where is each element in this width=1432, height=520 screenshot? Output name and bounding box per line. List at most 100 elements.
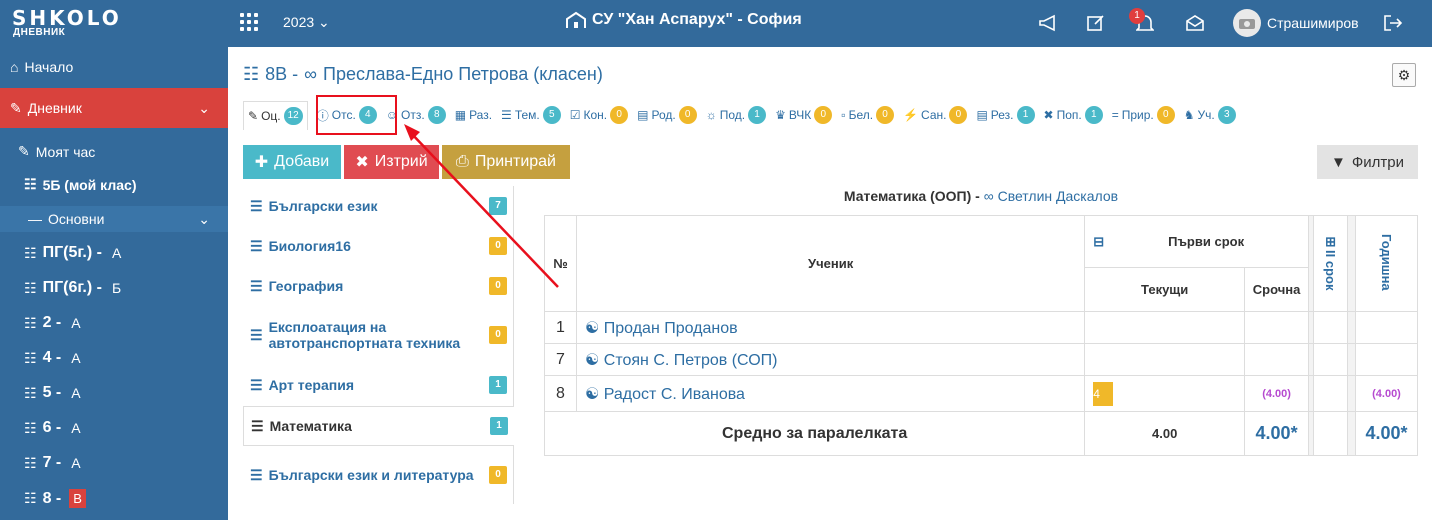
tab-8[interactable]: ♛ ВЧК 0: [775, 106, 833, 124]
divider: [1347, 375, 1356, 412]
term-grade[interactable]: [1244, 311, 1310, 344]
tab-13[interactable]: = Прир. 0: [1112, 106, 1175, 124]
term1-label: Първи срок: [1168, 233, 1245, 249]
tab-label: Кон.: [583, 108, 608, 122]
add-button[interactable]: ✚ Добави: [243, 145, 341, 179]
class-icon: ☷: [24, 279, 37, 296]
avatar: [1233, 9, 1261, 37]
tab-icon: ♛: [775, 108, 786, 122]
expand-icon[interactable]: ⊞: [1314, 234, 1347, 250]
sidebar-item-class[interactable]: ☷ 8 - В: [0, 489, 228, 508]
term-grade[interactable]: [1244, 343, 1310, 376]
sidebar-item-main[interactable]: — Основни ⌄: [0, 206, 228, 232]
grade-badge[interactable]: 4: [1093, 381, 1114, 406]
close-icon: ✖: [355, 154, 369, 171]
subject-item[interactable]: ☰ География 0: [243, 266, 514, 306]
tab-label: Поп.: [1056, 108, 1082, 122]
col-annual: Годишна: [1354, 215, 1419, 312]
col-term2[interactable]: ⊞ II срок: [1313, 215, 1348, 312]
subject-item[interactable]: ☰ Биология16 0: [243, 226, 514, 266]
year-selector[interactable]: 2023 ⌄: [283, 14, 330, 31]
tab-9[interactable]: ▫ Бел. 0: [841, 106, 895, 124]
tab-5[interactable]: ☑ Кон. 0: [570, 106, 629, 124]
sidebar-item-class[interactable]: ☷ 6 - А: [0, 419, 228, 437]
sidebar-item-label: Основни: [48, 211, 105, 227]
edit-icon: ✎: [10, 99, 22, 116]
current-grades[interactable]: [1084, 343, 1246, 376]
subject-heading: Математика (ООП) - ∞ Светлин Даскалов: [544, 188, 1418, 204]
current-grades[interactable]: 4: [1084, 375, 1246, 412]
student-name: Продан Проданов: [603, 319, 738, 337]
user-menu[interactable]: Страшимиров: [1233, 9, 1359, 37]
sidebar-item-class[interactable]: ☷ 2 - А: [0, 314, 228, 332]
add-label: Добави: [274, 153, 330, 170]
sidebar-item-my-hour[interactable]: ✎ Моят час: [0, 143, 228, 160]
row-number: 7: [544, 343, 577, 376]
subject-item[interactable]: ☰ Арт терапия 1: [243, 364, 514, 406]
annual-grade[interactable]: (4.00): [1354, 375, 1419, 412]
sidebar-item-class[interactable]: ☷ 4 - А: [0, 349, 228, 367]
sidebar-item-class[interactable]: ☷ 7 - А: [0, 454, 228, 472]
col-term1[interactable]: ⊟ Първи срок: [1084, 215, 1310, 268]
apps-grid-icon[interactable]: [240, 13, 258, 31]
filter-icon: ▼: [1331, 153, 1346, 171]
collapse-icon[interactable]: ⊟: [1093, 234, 1104, 250]
sidebar-item-class[interactable]: ☷ 5 - А: [0, 384, 228, 402]
annual-grade[interactable]: [1354, 343, 1419, 376]
student-icon: ☯: [584, 385, 600, 403]
mail-icon[interactable]: [1184, 12, 1206, 34]
subject-item[interactable]: ☰ Математика 1: [243, 406, 514, 446]
tab-4[interactable]: ☰ Тем. 5: [501, 106, 561, 124]
chevron-down-icon: ⌄: [318, 14, 330, 30]
print-button[interactable]: ⎙ Принтирай: [442, 145, 570, 179]
subject-item[interactable]: ☰ Български език 7: [243, 186, 514, 226]
sidebar-item-home[interactable]: ⌂ Начало: [0, 59, 228, 75]
filters-button[interactable]: ▼ Филтри: [1317, 145, 1418, 179]
class-letter: Б: [111, 280, 122, 296]
class-name: ПГ(6г.) -: [42, 279, 102, 296]
subject-name: Български език: [268, 198, 378, 214]
table-row: 8 ☯ Радост С. Иванова 4 (4.00) (4.00): [544, 375, 1419, 412]
tab-11[interactable]: ▤ Рез. 1: [976, 106, 1035, 124]
tab-6[interactable]: ▤ Род. 0: [637, 106, 697, 124]
student-name-cell[interactable]: ☯ Продан Проданов: [575, 311, 1086, 344]
row-number: 1: [544, 311, 577, 344]
tab-14[interactable]: ♞ Уч. 3: [1184, 106, 1236, 124]
sidebar-item-label: Дневник: [27, 100, 82, 116]
sidebar-item-class[interactable]: ☷ ПГ(6г.) - Б: [0, 279, 228, 297]
subject-item[interactable]: ☰ Експлоатация на автотранспортната техни…: [243, 306, 514, 364]
tab-0[interactable]: ✎ Оц. 12: [243, 100, 308, 130]
megaphone-icon[interactable]: [1037, 12, 1059, 34]
user-name: Страшимиров: [1267, 15, 1359, 31]
tab-count: 1: [1016, 106, 1035, 124]
table-row: 1 ☯ Продан Проданов: [544, 311, 1419, 344]
term2-grade[interactable]: [1313, 375, 1348, 412]
term2-grade[interactable]: [1313, 343, 1348, 376]
subject-name: Експлоатация на автотранспортната техник…: [268, 319, 461, 351]
sidebar-item-my-class[interactable]: ☷ 5Б (мой клас): [0, 176, 228, 193]
tab-label: Раз.: [469, 108, 493, 122]
tab-7[interactable]: ☼ Под. 1: [706, 106, 767, 124]
tab-12[interactable]: ✖ Поп. 1: [1044, 106, 1103, 124]
delete-button[interactable]: ✖ Изтрий: [344, 145, 439, 179]
tab-3[interactable]: ▦ Раз.: [455, 108, 492, 122]
annual-grade[interactable]: [1354, 311, 1419, 344]
current-grades[interactable]: [1084, 311, 1246, 344]
glasses-icon: ∞: [983, 188, 994, 204]
logout-icon[interactable]: [1382, 12, 1404, 34]
sidebar-item-class[interactable]: ☷ ПГ(5г.) - А: [0, 244, 228, 262]
class-icon: ☷: [24, 349, 37, 366]
edit-icon[interactable]: [1085, 12, 1107, 34]
student-name-cell[interactable]: ☯ Радост С. Иванова: [575, 375, 1086, 412]
subject-teacher[interactable]: Светлин Даскалов: [998, 188, 1118, 204]
student-name-cell[interactable]: ☯ Стоян С. Петров (СОП): [575, 343, 1086, 376]
term-grade[interactable]: (4.00): [1244, 375, 1310, 412]
book-icon: ☰: [250, 376, 263, 393]
settings-button[interactable]: ⚙: [1392, 63, 1416, 87]
subject-item[interactable]: ☰ Български език и литература 0: [243, 446, 514, 504]
tab-label: Сан.: [921, 108, 947, 122]
tab-10[interactable]: ⚡ Сан. 0: [903, 106, 968, 124]
sidebar-item-diary[interactable]: ✎ Дневник ⌄: [0, 88, 228, 128]
term2-grade[interactable]: [1313, 311, 1348, 344]
class-teacher[interactable]: Преслава-Едно Петрова (класен): [323, 64, 603, 85]
